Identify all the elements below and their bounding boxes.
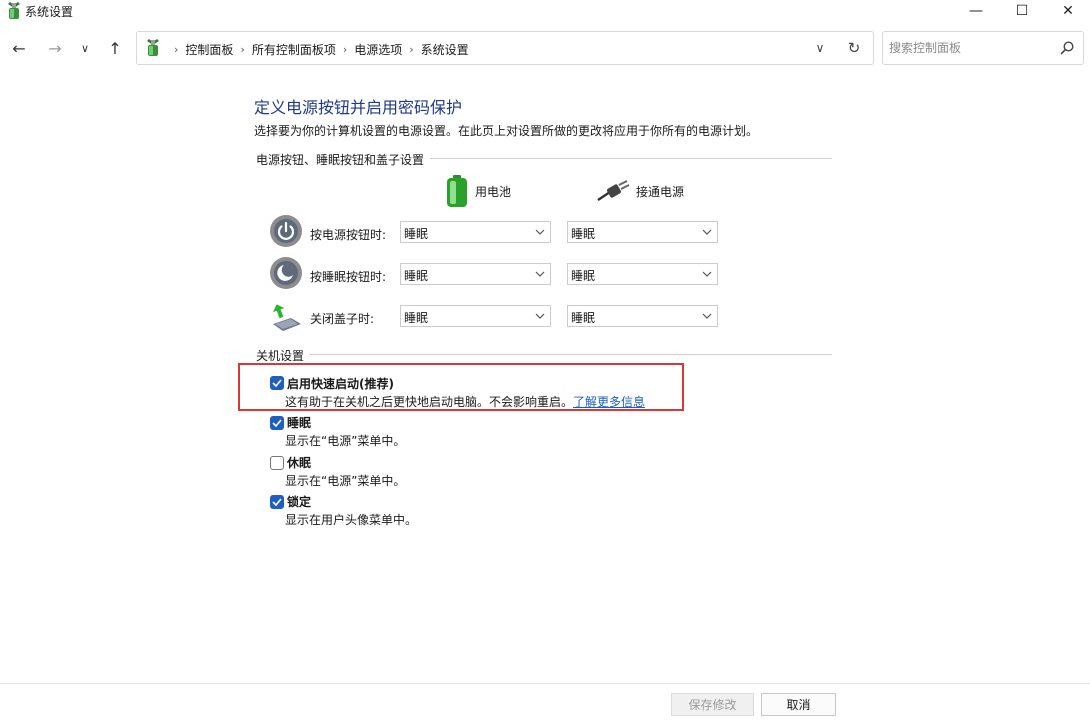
- fast-startup-checkbox[interactable]: [270, 376, 284, 390]
- fast-startup-description-text: 这有助于在关机之后更快地启动电脑。不会影响重启。: [285, 395, 574, 409]
- arrow-right-icon: →: [48, 38, 62, 58]
- chevron-down-icon: [534, 267, 546, 281]
- title-bar: 系统设置 — ☐ ✕: [0, 0, 1090, 24]
- chevron-down-icon: ∨: [80, 41, 90, 55]
- power-button-plugged-value: 睡眠: [571, 227, 596, 241]
- control-panel-icon: [147, 39, 159, 56]
- lock-checkbox[interactable]: [270, 495, 284, 509]
- back-button[interactable]: ←: [8, 36, 30, 60]
- section-divider: [256, 354, 832, 355]
- breadcrumb-separator: ›: [409, 43, 414, 56]
- chevron-down-icon: [701, 309, 713, 323]
- chevron-down-icon: [534, 309, 546, 323]
- close-icon: ✕: [1062, 3, 1074, 19]
- breadcrumb-separator: ›: [240, 43, 245, 56]
- recent-locations-button[interactable]: ∨: [74, 36, 96, 60]
- power-button-icon: [270, 215, 302, 247]
- minimize-button[interactable]: —: [953, 0, 999, 22]
- arrow-up-icon: ↑: [108, 38, 122, 58]
- plugged-in-column-label: 接通电源: [636, 184, 685, 199]
- lid-close-plugged-value: 睡眠: [571, 311, 596, 325]
- lid-close-row-label: 关闭盖子时:: [310, 312, 375, 326]
- sleep-button-row-label: 按睡眠按钮时:: [310, 270, 387, 284]
- up-button[interactable]: ↑: [104, 36, 126, 60]
- breadcrumb-item-system-settings[interactable]: 系统设置: [421, 41, 469, 58]
- lid-close-battery-select[interactable]: 睡眠: [400, 305, 551, 327]
- address-bar[interactable]: › 控制面板 › 所有控制面板项 › 电源选项 › 系统设置 ∨ ↻: [136, 31, 874, 65]
- battery-column-label: 用电池: [475, 184, 512, 199]
- lid-close-plugged-select[interactable]: 睡眠: [567, 305, 718, 327]
- checkmark-icon: [272, 419, 282, 427]
- lock-description: 显示在用户头像菜单中。: [285, 513, 418, 527]
- sleep-label[interactable]: 睡眠: [287, 414, 311, 431]
- breadcrumb: › 控制面板 › 所有控制面板项 › 电源选项 › 系统设置: [167, 41, 469, 58]
- cancel-button[interactable]: 取消: [761, 693, 836, 716]
- chevron-down-icon: [701, 225, 713, 239]
- power-button-plugged-select[interactable]: 睡眠: [567, 221, 718, 243]
- power-button-battery-value: 睡眠: [404, 227, 429, 241]
- save-changes-button[interactable]: 保存修改: [671, 693, 754, 716]
- laptop-lid-icon: [273, 304, 301, 331]
- close-button[interactable]: ✕: [1045, 0, 1090, 22]
- refresh-icon: ↻: [847, 39, 861, 57]
- fast-startup-label[interactable]: 启用快速启动(推荐): [287, 375, 394, 392]
- breadcrumb-item-all-items[interactable]: 所有控制面板项: [252, 41, 336, 58]
- battery-icon: [447, 175, 467, 207]
- power-buttons-section-label: 电源按钮、睡眠按钮和盖子设置: [256, 151, 431, 168]
- chevron-down-icon: [534, 225, 546, 239]
- hibernate-label[interactable]: 休眠: [287, 454, 311, 471]
- sleep-button-battery-select[interactable]: 睡眠: [400, 263, 551, 285]
- sleep-button-plugged-select[interactable]: 睡眠: [567, 263, 718, 285]
- search-box[interactable]: [882, 31, 1084, 65]
- maximize-button[interactable]: ☐: [999, 0, 1045, 22]
- shutdown-section-label: 关机设置: [256, 347, 311, 364]
- battery-column-header: 用电池: [445, 174, 511, 208]
- maximize-icon: ☐: [1015, 3, 1029, 19]
- plugged-in-column-header: 接通电源: [596, 180, 684, 202]
- chevron-down-icon: [701, 267, 713, 281]
- sleep-button-battery-value: 睡眠: [404, 269, 429, 283]
- power-button-battery-select[interactable]: 睡眠: [400, 221, 551, 243]
- address-dropdown-button[interactable]: ∨: [809, 38, 831, 58]
- forward-button[interactable]: →: [44, 36, 66, 60]
- chevron-down-icon: ∨: [815, 41, 825, 55]
- hibernate-description: 显示在“电源”菜单中。: [285, 474, 406, 488]
- learn-more-link[interactable]: 了解更多信息: [573, 395, 645, 409]
- checkmark-icon: [272, 498, 282, 506]
- power-button-row-label: 按电源按钮时:: [310, 228, 387, 242]
- breadcrumb-item-power-options[interactable]: 电源选项: [354, 41, 402, 58]
- sleep-checkbox[interactable]: [270, 416, 284, 430]
- power-plug-icon: [597, 180, 630, 202]
- hibernate-checkbox[interactable]: [270, 456, 284, 470]
- power-options-app-icon: [8, 2, 20, 19]
- sleep-button-icon: [270, 257, 302, 289]
- arrow-left-icon: ←: [12, 38, 26, 58]
- page-title: 定义电源按钮并启用密码保护: [254, 98, 463, 117]
- fast-startup-description: 这有助于在关机之后更快地启动电脑。不会影响重启。了解更多信息: [285, 393, 645, 410]
- lid-close-battery-value: 睡眠: [404, 311, 429, 325]
- breadcrumb-separator: ›: [342, 43, 348, 56]
- sleep-description: 显示在“电源”菜单中。: [285, 434, 406, 448]
- search-input[interactable]: [889, 38, 1049, 58]
- footer-divider: [0, 683, 1090, 684]
- breadcrumb-item-control-panel[interactable]: 控制面板: [185, 41, 233, 58]
- minimize-icon: —: [969, 3, 983, 19]
- search-icon[interactable]: [1059, 40, 1075, 56]
- window-title: 系统设置: [25, 5, 74, 19]
- lock-label[interactable]: 锁定: [287, 493, 311, 510]
- refresh-button[interactable]: ↻: [843, 38, 865, 58]
- sleep-button-plugged-value: 睡眠: [571, 269, 596, 283]
- page-description: 选择要为你的计算机设置的电源设置。在此页上对设置所做的更改将应用于你所有的电源计…: [254, 124, 759, 138]
- breadcrumb-separator: ›: [174, 43, 179, 56]
- checkmark-icon: [272, 379, 282, 387]
